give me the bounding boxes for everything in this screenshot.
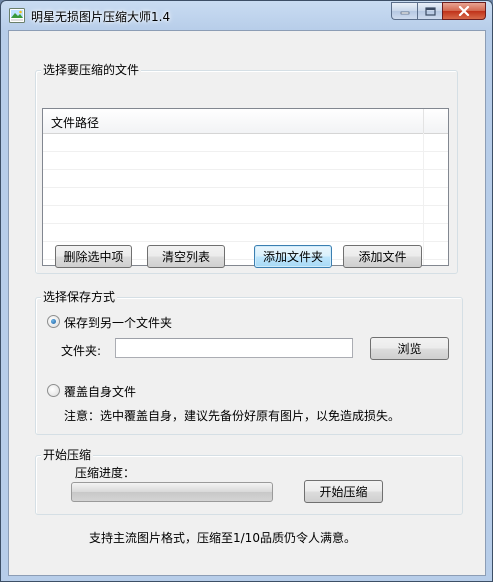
maximize-icon	[424, 6, 436, 16]
client-area: 选择要压缩的文件 文件路径 删除选中项 清空列表 添加文件夹 添加文件 选择保存…	[8, 30, 486, 576]
add-file-button[interactable]: 添加文件	[343, 245, 422, 268]
add-folder-button[interactable]: 添加文件夹	[254, 245, 332, 268]
maximize-button[interactable]	[417, 2, 442, 20]
save-to-other-folder-label[interactable]: 保存到另一个文件夹	[64, 314, 172, 331]
file-list-gridline	[43, 169, 448, 170]
footer-text: 支持主流图片格式，压缩至1/10品质仍令人满意。	[89, 531, 356, 545]
save-method-group-title: 选择保存方式	[41, 290, 118, 304]
minimize-button[interactable]	[391, 2, 417, 20]
app-window: 明星无损图片压缩大师1.4 选择要压缩的文件 文件路径 删除选中项 清空列表 添…	[0, 0, 493, 582]
file-list-gridline	[43, 187, 448, 188]
file-list-gridline	[43, 223, 448, 224]
caption-buttons	[391, 2, 486, 20]
compress-group-title: 开始压缩	[41, 448, 94, 462]
file-list-column-line	[423, 133, 424, 265]
column-header-file-path[interactable]: 文件路径	[43, 109, 424, 133]
overwrite-self-radio[interactable]	[47, 384, 60, 397]
browse-button[interactable]: 浏览	[370, 337, 449, 360]
window-title: 明星无损图片压缩大师1.4	[31, 10, 171, 24]
save-to-other-folder-radio[interactable]	[47, 315, 60, 328]
overwrite-self-label[interactable]: 覆盖自身文件	[64, 383, 136, 400]
start-compress-button[interactable]: 开始压缩	[304, 480, 383, 503]
remove-selected-button[interactable]: 删除选中项	[55, 245, 132, 268]
overwrite-warning-note: 注意：选中覆盖自身，建议先备份好原有图片，以免造成损失。	[64, 409, 401, 423]
folder-label: 文件夹:	[61, 344, 102, 358]
title-bar[interactable]: 明星无损图片压缩大师1.4	[1, 1, 492, 29]
file-list-gridline	[43, 205, 448, 206]
file-list[interactable]: 文件路径	[42, 108, 449, 266]
minimize-icon	[400, 11, 409, 15]
folder-path-input[interactable]	[115, 338, 353, 358]
compress-progress-bar	[71, 482, 273, 502]
file-list-gridline	[43, 241, 448, 242]
file-select-group-title: 选择要压缩的文件	[41, 63, 142, 77]
app-image-icon	[9, 8, 25, 23]
progress-label: 压缩进度：	[75, 466, 136, 480]
clear-list-button[interactable]: 清空列表	[147, 245, 225, 268]
file-list-gridline	[43, 151, 448, 152]
file-list-header: 文件路径	[43, 109, 448, 134]
close-button[interactable]	[442, 2, 486, 20]
close-icon	[458, 6, 470, 16]
